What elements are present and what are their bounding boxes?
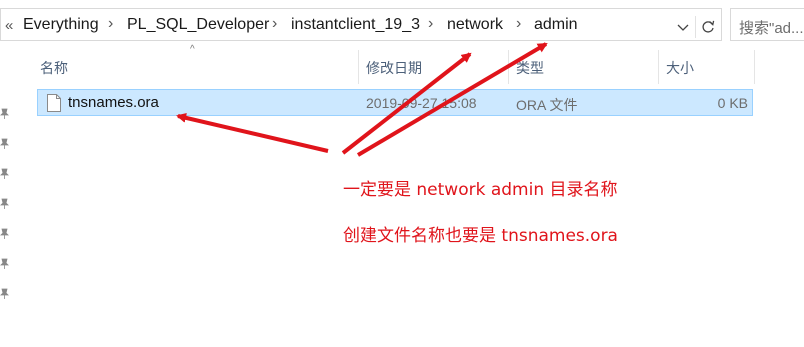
double-chevron-left-icon[interactable]: «: [5, 17, 13, 34]
column-modified[interactable]: 修改日期: [366, 58, 422, 78]
file-size: 0 KB: [717, 95, 748, 111]
arrow-to-file: [176, 112, 329, 153]
column-divider[interactable]: [508, 50, 509, 84]
file-modified: 2019-09-27 15:08: [366, 95, 477, 111]
annotation-line-2: 创建文件名称也要是 tnsnames.ora: [343, 226, 618, 246]
column-divider[interactable]: [754, 50, 755, 84]
address-bar[interactable]: « Everything › PL_SQL_Developer › instan…: [0, 8, 722, 41]
column-size[interactable]: 大小: [666, 58, 694, 78]
breadcrumb-everything[interactable]: Everything: [23, 16, 99, 34]
search-placeholder: 搜索"ad...: [739, 20, 804, 37]
pin-icon[interactable]: [0, 108, 9, 119]
column-name[interactable]: 名称: [40, 58, 68, 78]
pin-icon[interactable]: [0, 258, 9, 269]
breadcrumb-pl-sql-developer[interactable]: PL_SQL_Developer: [127, 16, 269, 34]
file-icon: [47, 94, 61, 112]
refresh-button[interactable]: [695, 16, 719, 38]
chevron-right-icon[interactable]: ›: [272, 15, 277, 33]
pin-icon[interactable]: [0, 138, 9, 149]
file-type: ORA 文件: [516, 97, 578, 113]
sort-ascending-icon: ^: [190, 44, 195, 55]
chevron-right-icon[interactable]: ›: [428, 15, 433, 33]
chevron-down-icon[interactable]: [676, 20, 690, 34]
file-name[interactable]: tnsnames.ora: [68, 94, 159, 111]
column-type[interactable]: 类型: [516, 58, 544, 78]
annotation-line-1: 一定要是 network admin 目录名称: [343, 180, 618, 200]
chevron-right-icon[interactable]: ›: [516, 15, 521, 33]
pin-icon[interactable]: [0, 168, 9, 179]
pin-icon[interactable]: [0, 228, 9, 239]
breadcrumb-admin[interactable]: admin: [534, 16, 578, 34]
pin-icon[interactable]: [0, 198, 9, 209]
pin-icon[interactable]: [0, 288, 9, 299]
breadcrumb-network[interactable]: network: [447, 16, 503, 34]
refresh-icon: [701, 20, 714, 33]
chevron-right-icon[interactable]: ›: [108, 15, 113, 33]
search-input[interactable]: 搜索"ad...: [730, 8, 804, 41]
column-divider[interactable]: [658, 50, 659, 84]
file-row[interactable]: tnsnames.ora 2019-09-27 15:08 ORA 文件 0 K…: [37, 89, 753, 116]
breadcrumb-instantclient[interactable]: instantclient_19_3: [291, 16, 420, 34]
column-divider[interactable]: [358, 50, 359, 84]
